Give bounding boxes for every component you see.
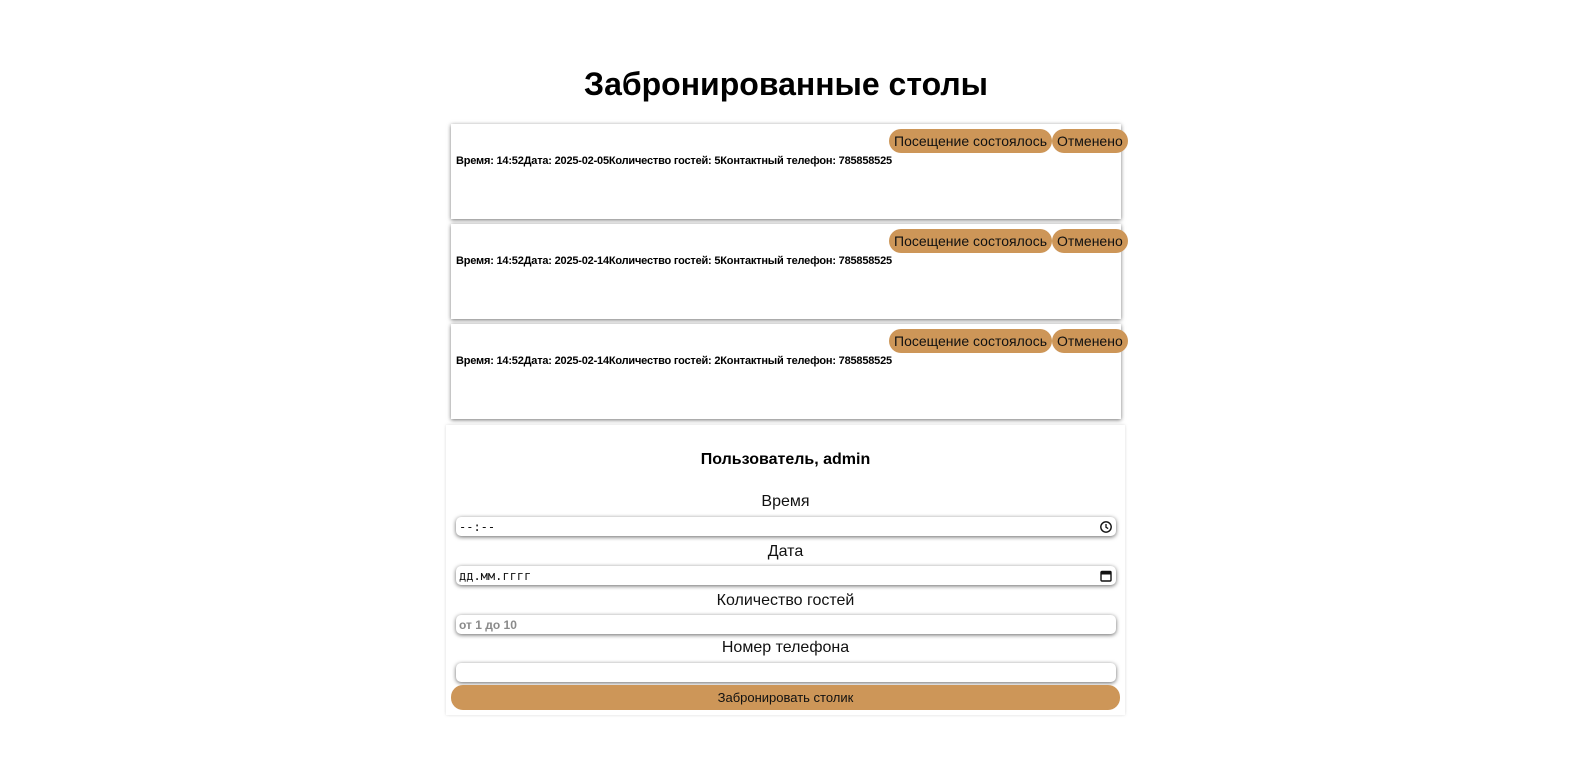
guests-label: Количество гостей	[716, 592, 855, 609]
booking-info: Время: 14:52Дата: 2025-02-14Количество г…	[456, 355, 892, 367]
book-table-button[interactable]: Забронировать столик	[451, 685, 1120, 710]
booking-card: Посещение состоялось Отменено Время: 14:…	[451, 124, 1128, 219]
date-value: дд.мм.гггг	[459, 568, 532, 583]
booking-list: Посещение состоялось Отменено Время: 14:…	[451, 124, 1128, 424]
booking-actions: Посещение состоялось Отменено	[889, 229, 1128, 253]
user-greeting: Пользователь, admin	[700, 451, 871, 468]
cancel-button[interactable]: Отменено	[1051, 229, 1128, 253]
time-input[interactable]: --:--	[456, 517, 1116, 536]
visited-button[interactable]: Посещение состоялось	[889, 229, 1052, 253]
visited-button[interactable]: Посещение состоялось	[889, 329, 1052, 353]
booking-card: Посещение состоялось Отменено Время: 14:…	[451, 224, 1128, 319]
clock-icon[interactable]	[1099, 520, 1113, 534]
cancel-button[interactable]: Отменено	[1051, 129, 1128, 153]
booking-card: Посещение состоялось Отменено Время: 14:…	[451, 324, 1128, 419]
phone-label: Номер телефона	[721, 639, 850, 656]
date-input[interactable]: дд.мм.гггг	[456, 566, 1116, 585]
booking-info: Время: 14:52Дата: 2025-02-05Количество г…	[456, 155, 892, 167]
booking-actions: Посещение состоялось Отменено	[889, 329, 1128, 353]
phone-input[interactable]	[456, 663, 1116, 682]
page-title: Забронированные столы	[584, 66, 988, 102]
date-label: Дата	[767, 543, 804, 560]
booking-form: Пользователь, admin Время --:-- Дата дд.…	[446, 425, 1125, 715]
guests-placeholder: от 1 до 10	[459, 617, 517, 632]
booking-info: Время: 14:52Дата: 2025-02-14Количество г…	[456, 255, 892, 267]
calendar-icon[interactable]	[1099, 569, 1113, 583]
cancel-button[interactable]: Отменено	[1051, 329, 1128, 353]
time-value: --:--	[459, 519, 496, 534]
time-label: Время	[761, 493, 810, 510]
booking-actions: Посещение состоялось Отменено	[889, 129, 1128, 153]
visited-button[interactable]: Посещение состоялось	[889, 129, 1052, 153]
guests-input[interactable]: от 1 до 10	[456, 615, 1116, 634]
